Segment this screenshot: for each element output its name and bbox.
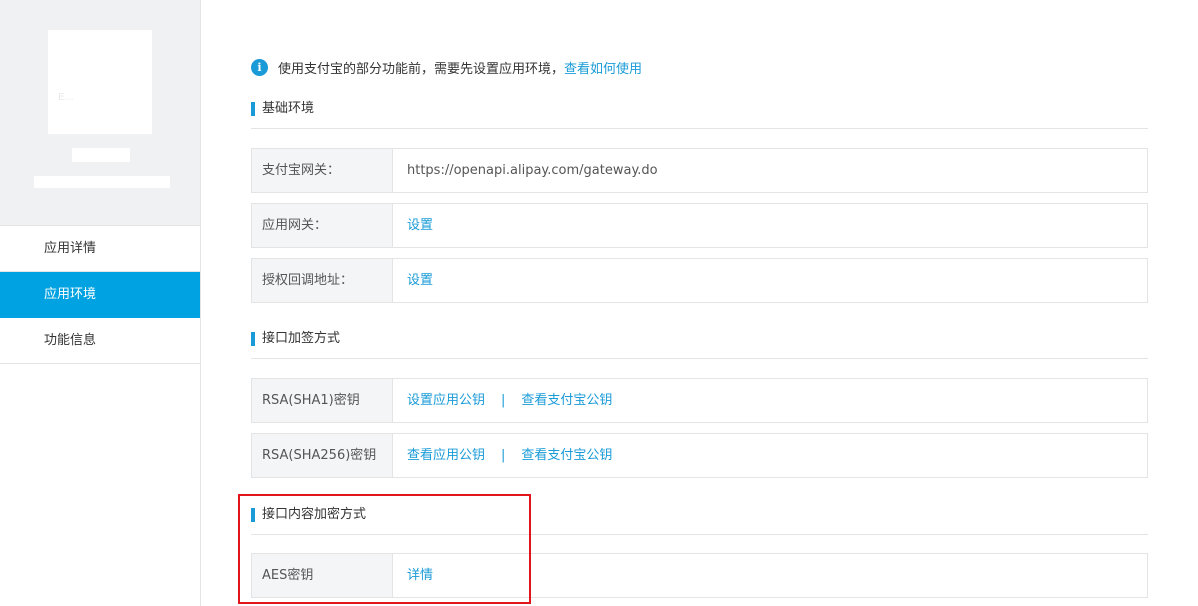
view-app-public-key-link[interactable]: 查看应用公钥 <box>407 448 485 463</box>
section-title-sign: 接口加签方式 <box>251 331 1148 359</box>
section-title-encrypt: 接口内容加密方式 <box>251 507 1148 535</box>
view-alipay-public-key-link[interactable]: 查看支付宝公钥 <box>521 393 612 408</box>
info-icon: i <box>251 58 268 76</box>
gateway-url: https://openapi.alipay.com/gateway.do <box>407 163 658 178</box>
set-app-public-key-link[interactable]: 设置应用公钥 <box>407 393 485 408</box>
app-logo <box>48 30 152 134</box>
sidebar-nav: 应用详情 应用环境 功能信息 <box>0 226 200 364</box>
notice-text: 使用支付宝的部分功能前，需要先设置应用环境， <box>278 61 565 77</box>
row-alipay-gateway: 支付宝网关： https://openapi.alipay.com/gatewa… <box>251 148 1148 193</box>
aes-details-link[interactable]: 详情 <box>407 568 433 583</box>
section-title-basic: 基础环境 <box>251 101 1148 129</box>
section-title-text: 接口加签方式 <box>262 331 341 346</box>
app-header: E... <box>0 0 200 226</box>
section-title-text: 接口内容加密方式 <box>262 507 367 522</box>
row-label: RSA(SHA256)密钥 <box>252 434 393 477</box>
section-marker <box>251 332 255 346</box>
row-label: 应用网关： <box>252 204 393 247</box>
row-rsa-sha1: RSA(SHA1)密钥 设置应用公钥 | 查看支付宝公钥 <box>251 378 1148 423</box>
sidebar-item-feature-info[interactable]: 功能信息 <box>0 318 200 364</box>
set-app-gateway-link[interactable]: 设置 <box>407 218 433 233</box>
section-marker <box>251 508 255 522</box>
view-alipay-public-key-link[interactable]: 查看支付宝公钥 <box>521 448 612 463</box>
row-auth-callback: 授权回调地址： 设置 <box>251 258 1148 303</box>
app-name-redacted <box>72 148 130 162</box>
row-label: AES密钥 <box>252 554 393 597</box>
link-separator: | <box>501 393 506 408</box>
section-title-text: 基础环境 <box>262 101 315 116</box>
app-logo-text: E... <box>58 92 74 103</box>
section-marker <box>251 102 255 116</box>
sidebar: E... 应用详情 应用环境 功能信息 <box>0 0 201 606</box>
row-label: RSA(SHA1)密钥 <box>252 379 393 422</box>
app-id-redacted <box>34 176 170 188</box>
row-label: 支付宝网关： <box>252 149 393 192</box>
sidebar-item-app-environment[interactable]: 应用环境 <box>0 272 200 318</box>
notice-bar: i 使用支付宝的部分功能前，需要先设置应用环境， 查看如何使用 <box>251 58 642 77</box>
row-rsa-sha256: RSA(SHA256)密钥 查看应用公钥 | 查看支付宝公钥 <box>251 433 1148 478</box>
row-app-gateway: 应用网关： 设置 <box>251 203 1148 248</box>
how-to-use-link[interactable]: 查看如何使用 <box>564 58 642 77</box>
row-label: 授权回调地址： <box>252 259 393 302</box>
sidebar-item-app-details[interactable]: 应用详情 <box>0 226 200 272</box>
set-auth-callback-link[interactable]: 设置 <box>407 273 433 288</box>
row-aes-key: AES密钥 详情 <box>251 553 1148 598</box>
link-separator: | <box>501 448 506 463</box>
